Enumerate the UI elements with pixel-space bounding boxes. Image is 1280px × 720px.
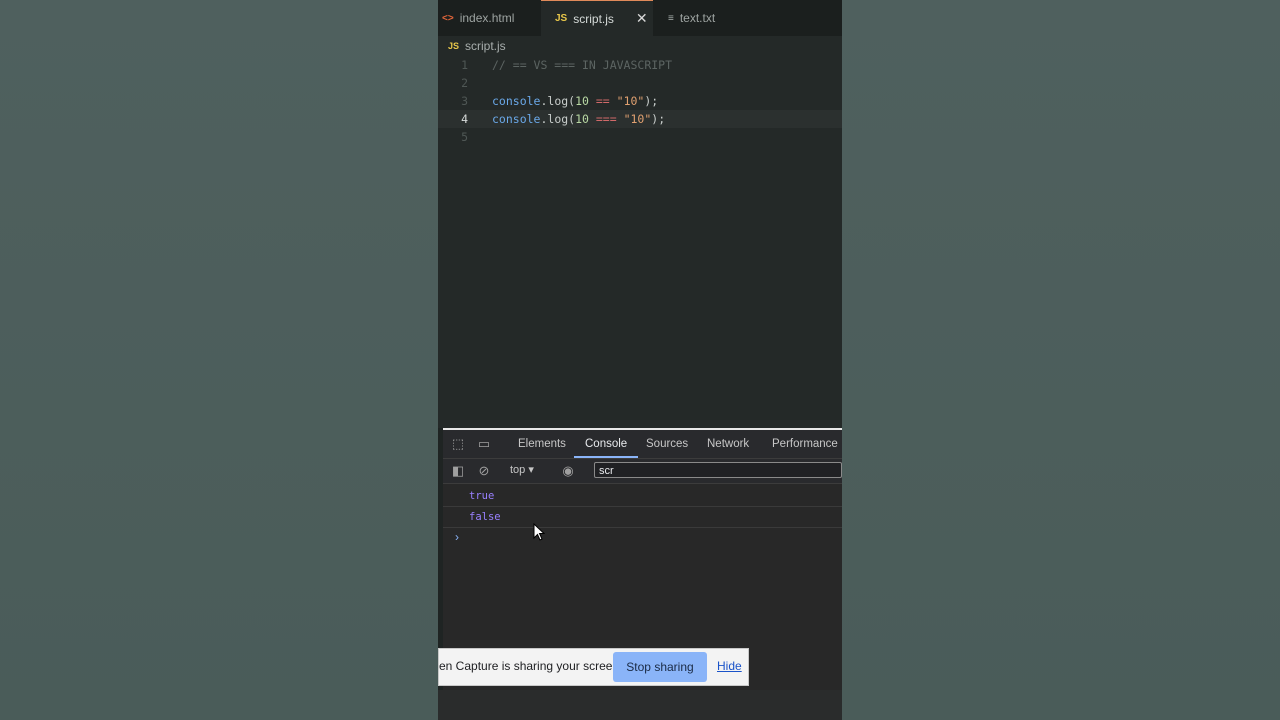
tab-elements[interactable]: Elements (518, 430, 566, 458)
console-message: false (443, 507, 842, 528)
background-left (0, 0, 438, 720)
tab-text-txt[interactable]: ≡ text.txt (656, 0, 778, 36)
line-number: 2 (461, 76, 468, 90)
code-line: 1 // == VS === IN JAVASCRIPT (438, 56, 842, 74)
breadcrumb: JS script.js (438, 36, 842, 56)
code-editor[interactable]: 1 // == VS === IN JAVASCRIPT 2 3 console… (438, 56, 842, 428)
sidebar-toggle-icon[interactable]: ◧ (450, 463, 466, 479)
code-text: console.log(10 == "10"); (492, 94, 659, 108)
screen-share-bar: en Capture is sharing your screen. Stop … (438, 648, 749, 686)
code-line-current: 4 console.log(10 === "10"); (438, 110, 842, 128)
devtools-tab-bar: ⬚ ▭ Elements Console Sources Network Per… (443, 430, 842, 459)
js-file-icon: JS (555, 13, 568, 24)
code-text: console.log(10 === "10"); (492, 112, 666, 126)
console-toolbar: ◧ ⊘ top ▾ ◉ scr (443, 459, 842, 484)
code-line: 3 console.log(10 == "10"); (438, 92, 842, 110)
mouse-cursor-icon (533, 523, 545, 541)
close-icon[interactable]: ✕ (636, 10, 648, 27)
tab-network[interactable]: Network (707, 430, 749, 458)
line-number: 4 (461, 112, 468, 126)
code-line: 5 (438, 128, 842, 146)
screen-capture: <> index.html JS script.js ✕ ≡ text.txt … (438, 0, 842, 720)
console-filter-input[interactable]: scr (594, 462, 842, 478)
device-toolbar-icon[interactable]: ▭ (476, 436, 492, 452)
hide-link[interactable]: Hide (717, 659, 742, 673)
background-right (842, 0, 1280, 720)
js-file-icon: JS (448, 41, 460, 51)
stop-sharing-button[interactable]: Stop sharing (613, 652, 707, 682)
tab-label: script.js (573, 11, 614, 26)
tab-label: index.html (459, 11, 515, 25)
context-selector[interactable]: top ▾ (510, 463, 534, 476)
console-message: true (443, 486, 842, 507)
editor-tab-bar: <> index.html JS script.js ✕ ≡ text.txt (438, 0, 842, 36)
tab-console[interactable]: Console (574, 430, 639, 458)
html-file-icon: <> (442, 12, 454, 24)
inspect-element-icon[interactable]: ⬚ (450, 436, 466, 452)
tab-label: text.txt (679, 11, 716, 25)
dropdown-arrow-icon: ▾ (528, 464, 534, 476)
line-number: 1 (461, 58, 468, 72)
line-number: 3 (461, 94, 468, 108)
clear-console-icon[interactable]: ⊘ (476, 463, 492, 479)
taskbar-strip (438, 690, 842, 720)
tab-performance[interactable]: Performance (772, 430, 838, 458)
tab-sources[interactable]: Sources (646, 430, 688, 458)
console-prompt-icon[interactable]: › (455, 530, 459, 544)
live-expression-eye-icon[interactable]: ◉ (560, 463, 576, 479)
code-line: 2 (438, 74, 842, 92)
breadcrumb-label[interactable]: script.js (465, 39, 506, 53)
share-message: en Capture is sharing your screen. (439, 659, 623, 673)
text-file-icon: ≡ (668, 12, 674, 24)
tab-index-html[interactable]: <> index.html (438, 0, 542, 36)
line-number: 5 (461, 130, 468, 144)
tab-script-js[interactable]: JS script.js ✕ (541, 0, 653, 36)
code-comment: // == VS === IN JAVASCRIPT (492, 58, 673, 72)
